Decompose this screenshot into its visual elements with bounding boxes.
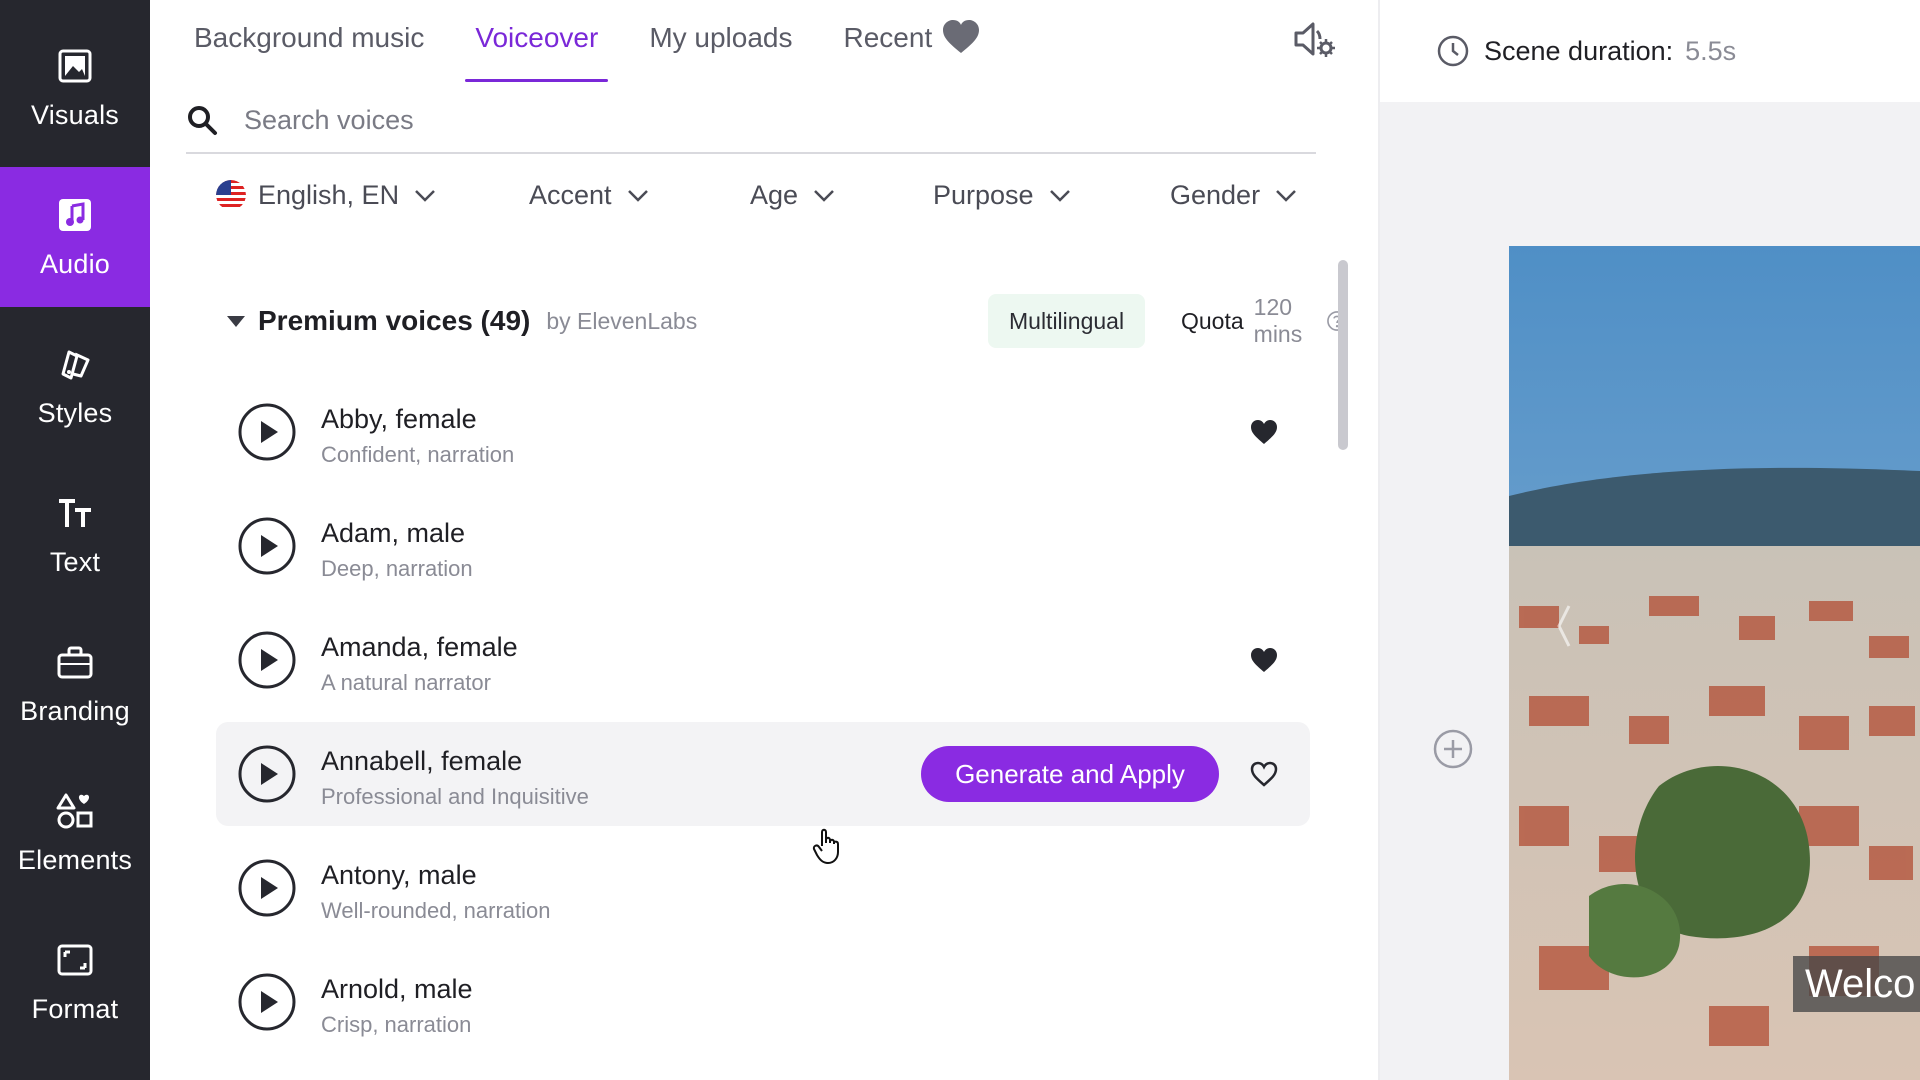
sidebar-label-text: Text: [49, 546, 101, 577]
play-icon[interactable]: [238, 517, 296, 575]
music-note-icon: [59, 198, 91, 231]
shapes-icon: [56, 793, 93, 828]
quota-info: Quota 120 mins: [1181, 294, 1348, 347]
audio-tabs: Background music Voiceover My uploads Re…: [194, 0, 973, 84]
voice-list-scrollbar[interactable]: [1338, 260, 1348, 450]
voice-name: Arnold, male: [321, 974, 473, 1004]
voice-row-adam[interactable]: Adam, male Deep, narration: [216, 494, 1310, 598]
audio-panel: Background music Voiceover My uploads Re…: [150, 0, 1378, 1080]
sidebar-item-styles[interactable]: Styles: [0, 316, 150, 456]
us-flag-icon: [216, 180, 246, 210]
tab-voiceover[interactable]: Voiceover: [465, 0, 609, 84]
caret-down-icon[interactable]: [226, 311, 246, 331]
gender-dropdown[interactable]: Gender: [1170, 170, 1298, 220]
chevron-down-icon: [1276, 190, 1296, 202]
heart-filled-icon[interactable]: [1249, 646, 1279, 674]
generate-and-apply-button[interactable]: Generate and Apply: [921, 746, 1219, 802]
play-icon[interactable]: [238, 403, 296, 461]
sidebar-label-visuals: Visuals: [31, 99, 119, 130]
voice-description: Deep, narration: [321, 556, 473, 581]
styles-icon: [61, 350, 90, 379]
sidebar-item-text[interactable]: Text: [0, 465, 150, 605]
multilingual-badge[interactable]: Multilingual: [988, 294, 1146, 348]
format-icon: [57, 944, 93, 975]
play-icon[interactable]: [238, 973, 296, 1031]
gender-label: Gender: [1170, 179, 1261, 210]
voice-name: Annabell, female: [321, 746, 523, 776]
voice-name: Antony, male: [321, 860, 477, 890]
scene-caption[interactable]: Welco: [1793, 956, 1920, 1012]
tab-recent[interactable]: Recent: [834, 0, 943, 84]
chevron-down-icon: [627, 190, 648, 202]
play-icon[interactable]: [238, 745, 296, 803]
premium-voices-header: Premium voices (49) by ElevenLabs Multil…: [226, 294, 1348, 348]
voice-settings-icon[interactable]: [1292, 18, 1336, 60]
search-bar: [186, 88, 1316, 154]
sidebar-item-format[interactable]: Format: [0, 912, 150, 1052]
quota-value: 120 mins: [1253, 294, 1303, 347]
scene-duration-label: Scene duration:: [1484, 35, 1674, 66]
accent-label: Accent: [529, 179, 612, 210]
sidebar-label-elements: Elements: [17, 844, 133, 875]
briefcase-icon: [57, 646, 93, 678]
sidebar-label-branding: Branding: [20, 695, 130, 726]
voice-description: Confident, narration: [321, 442, 515, 467]
provider-label: by ElevenLabs: [546, 307, 698, 334]
scene-canvas: [1380, 102, 1920, 1080]
filter-bar: English, EN Accent Age Purpose Gender: [150, 170, 1378, 220]
voice-row-amanda[interactable]: Amanda, female A natural narrator: [216, 608, 1310, 712]
purpose-label: Purpose: [933, 179, 1034, 210]
clock-icon: [1437, 35, 1469, 67]
chevron-down-icon: [814, 190, 834, 202]
chevron-down-icon: [415, 190, 435, 202]
chevron-down-icon: [1049, 190, 1070, 202]
voice-description: Crisp, narration: [321, 1012, 472, 1037]
sidebar-item-branding[interactable]: Branding: [0, 614, 150, 754]
scene-duration-value: 5.5s: [1685, 35, 1737, 66]
sidebar-item-elements[interactable]: Elements: [0, 763, 150, 903]
heart-outline-icon[interactable]: [1249, 760, 1279, 788]
language-dropdown[interactable]: English, EN: [216, 170, 437, 220]
hand-cursor-icon: [812, 828, 839, 864]
voice-description: Well-rounded, narration: [321, 898, 551, 923]
heart-filled-icon[interactable]: [1249, 418, 1279, 446]
sidebar-item-audio[interactable]: Audio: [0, 167, 150, 307]
quota-label: Quota: [1181, 307, 1244, 334]
voice-row-annabell[interactable]: Annabell, female Professional and Inquis…: [216, 722, 1310, 826]
scene-preview-image[interactable]: [1509, 246, 1920, 1080]
scene-duration-bar: Scene duration: 5.5s: [1380, 0, 1920, 102]
sidebar-label-audio: Audio: [39, 248, 111, 279]
sidebar-item-visuals[interactable]: Visuals: [0, 18, 150, 158]
city-aerial-image: [1509, 246, 1920, 1080]
voice-row-abby[interactable]: Abby, female Confident, narration: [216, 380, 1310, 484]
voice-row-arnold[interactable]: Arnold, male Crisp, narration: [216, 950, 1310, 1054]
accent-dropdown[interactable]: Accent: [529, 170, 650, 220]
tab-background-music[interactable]: Background music: [194, 0, 434, 84]
voice-name: Abby, female: [321, 404, 477, 434]
play-icon[interactable]: [238, 631, 296, 689]
purpose-dropdown[interactable]: Purpose: [933, 170, 1072, 220]
sidebar-label-format: Format: [31, 993, 119, 1024]
voice-description: A natural narrator: [321, 670, 491, 695]
voice-row-antony[interactable]: Antony, male Well-rounded, narration: [216, 836, 1310, 940]
age-dropdown[interactable]: Age: [750, 170, 836, 220]
tab-my-uploads[interactable]: My uploads: [639, 0, 802, 84]
sidebar: Visuals Audio Styles Text Branding Eleme…: [0, 0, 150, 1080]
play-icon[interactable]: [238, 859, 296, 917]
sidebar-label-styles: Styles: [37, 397, 113, 428]
search-input[interactable]: [244, 104, 1144, 136]
voice-name: Adam, male: [321, 518, 466, 548]
voice-description: Professional and Inquisitive: [321, 784, 589, 809]
language-value: English, EN: [258, 179, 400, 210]
add-scene-icon[interactable]: [1432, 728, 1474, 770]
favorites-heart-icon[interactable]: [940, 16, 982, 58]
text-icon: [59, 498, 91, 527]
section-title: Premium voices (49): [258, 305, 531, 336]
search-icon: [188, 106, 217, 135]
voice-name: Amanda, female: [321, 632, 518, 662]
voice-list: Abby, female Confident, narration Adam, …: [216, 380, 1310, 1064]
image-icon: [58, 49, 92, 82]
age-label: Age: [750, 179, 799, 210]
